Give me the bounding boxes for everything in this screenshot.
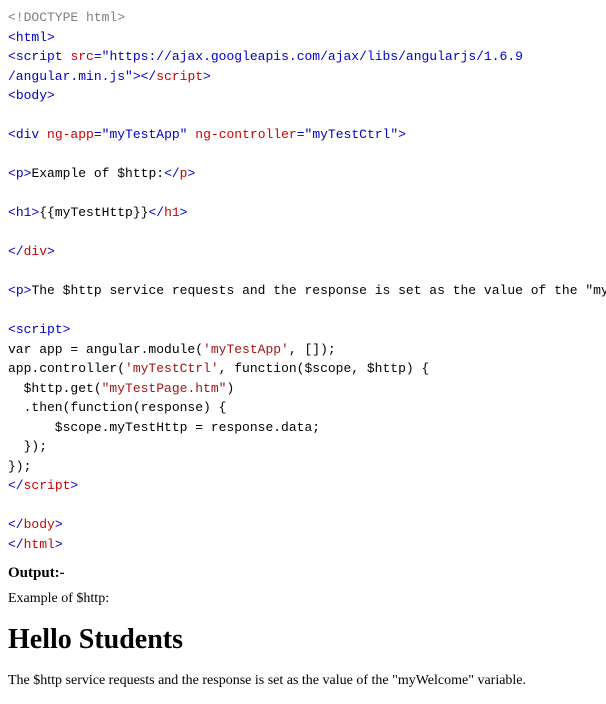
output-heading: Hello Students <box>8 622 598 658</box>
end-tag: h1 <box>164 205 180 220</box>
js-line: var app = angular.module( <box>8 342 203 357</box>
doctype-text: <!DOCTYPE html> <box>8 10 125 25</box>
tag-text: <html> <box>8 30 55 45</box>
attr-val: /angular.min.js" <box>8 69 133 84</box>
output-label: Output:- <box>8 564 598 584</box>
js-line: ) <box>226 381 234 396</box>
end-tag: html <box>24 537 55 552</box>
tag-text: <div <box>8 127 39 142</box>
js-line: .then(function(response) { <box>8 400 226 415</box>
code-text: The $http service requests and the respo… <box>31 283 606 298</box>
tag-text: <h1> <box>8 205 39 220</box>
attr-name: src <box>70 49 93 64</box>
js-line: $scope.myTestHttp = response.data; <box>8 420 320 435</box>
code-block: <!DOCTYPE html> <html> <script src="http… <box>8 8 598 554</box>
tag-text: <script> <box>8 322 70 337</box>
end-tag: script <box>24 478 71 493</box>
end-tag: body <box>24 517 55 532</box>
js-line: }); <box>8 459 31 474</box>
end-tag: script <box>156 69 203 84</box>
js-line: , []); <box>289 342 336 357</box>
code-text: {{myTestHttp}} <box>39 205 148 220</box>
output-paragraph: The $http service requests and the respo… <box>8 672 598 690</box>
js-string: 'myTestCtrl' <box>125 361 219 376</box>
attr-val: "myTestApp" <box>102 127 188 142</box>
attr-val: "https://ajax.googleapis.com/ajax/libs/a… <box>102 49 523 64</box>
tag-text: <script <box>8 49 63 64</box>
js-line: }); <box>8 439 47 454</box>
tag-text: <body> <box>8 88 55 103</box>
js-line: app.controller( <box>8 361 125 376</box>
attr-val: "myTestCtrl" <box>305 127 399 142</box>
js-string: "myTestPage.htm" <box>102 381 227 396</box>
tag-text: <p> <box>8 166 31 181</box>
output-block: Output:- Example of $http: Hello Student… <box>8 564 598 690</box>
attr-name: ng-app <box>47 127 94 142</box>
js-string: 'myTestApp' <box>203 342 289 357</box>
code-text: Example of $http: <box>31 166 164 181</box>
js-line: $http.get( <box>8 381 102 396</box>
tag-text: <p> <box>8 283 31 298</box>
output-paragraph: Example of $http: <box>8 590 598 608</box>
end-tag: div <box>24 244 47 259</box>
attr-name: ng-controller <box>195 127 296 142</box>
js-line: , function($scope, $http) { <box>219 361 430 376</box>
